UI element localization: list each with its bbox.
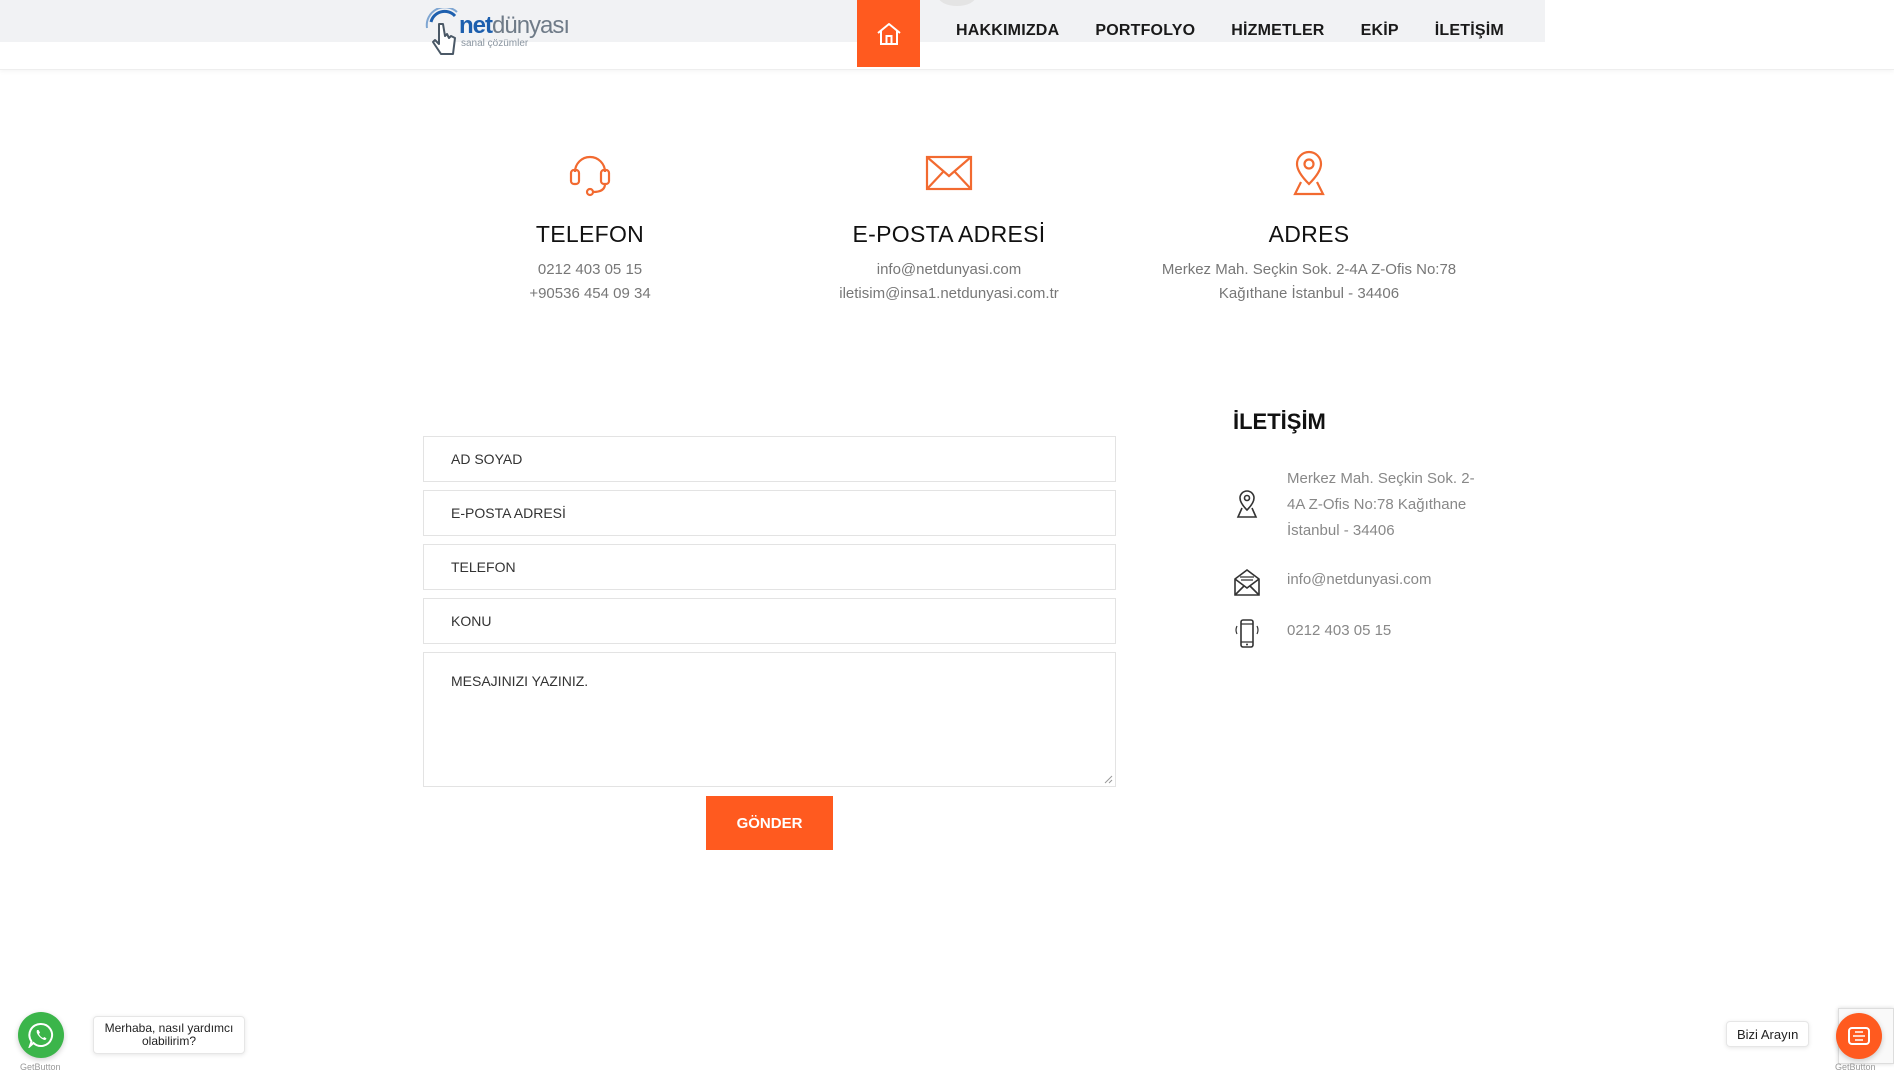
- whatsapp-icon: [28, 1022, 53, 1048]
- resize-grip-icon[interactable]: [1104, 775, 1113, 784]
- location-pin-icon: [1293, 150, 1325, 196]
- phone-handset-icon: [1848, 1027, 1870, 1045]
- home-icon: [876, 22, 901, 45]
- contact-email[interactable]: info@netdunyasi.com: [1287, 567, 1477, 593]
- subject-field[interactable]: KONU: [423, 598, 1116, 644]
- hand-cursor-icon: [425, 8, 458, 55]
- phone-placeholder: TELEFON: [451, 559, 516, 575]
- nav-hizmetler[interactable]: HİZMETLER: [1231, 22, 1324, 40]
- info-phone-line-2[interactable]: +90536 454 09 34: [410, 282, 770, 306]
- nav-ekip[interactable]: EKİP: [1361, 22, 1399, 40]
- info-phone-title: TELEFON: [535, 221, 645, 247]
- phone-field[interactable]: TELEFON: [423, 544, 1116, 590]
- whatsapp-greeting-bubble[interactable]: Merhaba, nasıl yardımcı olabilirim?: [93, 1016, 245, 1054]
- email-field[interactable]: E-POSTA ADRESİ: [423, 490, 1116, 536]
- name-placeholder: AD SOYAD: [451, 451, 523, 467]
- envelope-icon: [925, 155, 973, 191]
- subject-placeholder: KONU: [451, 613, 492, 629]
- call-us-label[interactable]: Bizi Arayın: [1726, 1021, 1810, 1047]
- info-email-title: E-POSTA ADRESİ: [852, 221, 1046, 247]
- contact-address: Merkez Mah. Seçkin Sok. 2-4A Z-Ofis No:7…: [1287, 470, 1475, 539]
- message-placeholder: MESAJINIZI YAZINIZ.: [451, 673, 589, 689]
- contact-phone-row: 0212 403 05 15: [1233, 618, 1477, 650]
- main-nav: HAKKIMIZDA PORTFOLYO HİZMETLER EKİP İLET…: [956, 22, 1540, 40]
- info-email-line-2[interactable]: iletisim@insa1.netdunyasi.com.tr: [769, 282, 1129, 306]
- info-address: ADRES Merkez Mah. Seçkin Sok. 2-4A Z-Ofi…: [1129, 148, 1489, 306]
- nav-hakkimizda[interactable]: HAKKIMIZDA: [956, 22, 1059, 40]
- call-button[interactable]: [1836, 1013, 1882, 1059]
- info-email: E-POSTA ADRESİ info@netdunyasi.com ileti…: [769, 148, 1129, 306]
- logo-tagline: sanal çözümler: [461, 38, 529, 49]
- location-pin-icon: [1236, 490, 1258, 518]
- info-address-title: ADRES: [1268, 221, 1350, 247]
- contact-phone[interactable]: 0212 403 05 15: [1287, 618, 1477, 644]
- info-address-line-2: Kağıthane İstanbul - 34406: [1218, 285, 1400, 302]
- info-phone-line-1[interactable]: 0212 403 05 15: [410, 258, 770, 282]
- headset-icon: [569, 155, 611, 197]
- call-brand-label: GetButton: [1835, 1062, 1876, 1071]
- home-button[interactable]: [857, 0, 920, 67]
- logo-wordmark: netdünyası: [459, 12, 570, 40]
- info-phone: TELEFON 0212 403 05 15 +90536 454 09 34: [410, 148, 770, 306]
- mobile-phone-icon: [1235, 619, 1259, 648]
- contact-email-row: info@netdunyasi.com: [1233, 567, 1477, 599]
- page: netdünyası sanal çözümler HAKKIMIZDA POR…: [0, 0, 1894, 1071]
- contact-title: İLETİŞİM: [1233, 409, 1326, 434]
- logo-net: net: [459, 12, 493, 39]
- site-header: netdünyası sanal çözümler HAKKIMIZDA POR…: [0, 0, 1894, 70]
- message-textarea[interactable]: MESAJINIZI YAZINIZ.: [423, 652, 1116, 787]
- whatsapp-brand-label: GetButton: [20, 1062, 61, 1071]
- nav-iletisim[interactable]: İLETİŞİM: [1435, 22, 1504, 40]
- logo-dunyasi: dünyası: [492, 12, 570, 39]
- submit-button[interactable]: GÖNDER: [706, 796, 833, 850]
- site-logo[interactable]: netdünyası sanal çözümler: [423, 8, 570, 56]
- open-envelope-icon: [1234, 569, 1260, 596]
- contact-address-row: Merkez Mah. Seçkin Sok. 2-4A Z-Ofis No:7…: [1233, 466, 1477, 544]
- nav-portfolyo[interactable]: PORTFOLYO: [1095, 22, 1195, 40]
- email-placeholder: E-POSTA ADRESİ: [451, 505, 566, 521]
- name-field[interactable]: AD SOYAD: [423, 436, 1116, 482]
- whatsapp-button[interactable]: [18, 1012, 64, 1058]
- info-address-line-1: Merkez Mah. Seçkin Sok. 2-4A Z-Ofis No:7…: [1161, 261, 1457, 278]
- info-email-line-1[interactable]: info@netdunyasi.com: [769, 258, 1129, 282]
